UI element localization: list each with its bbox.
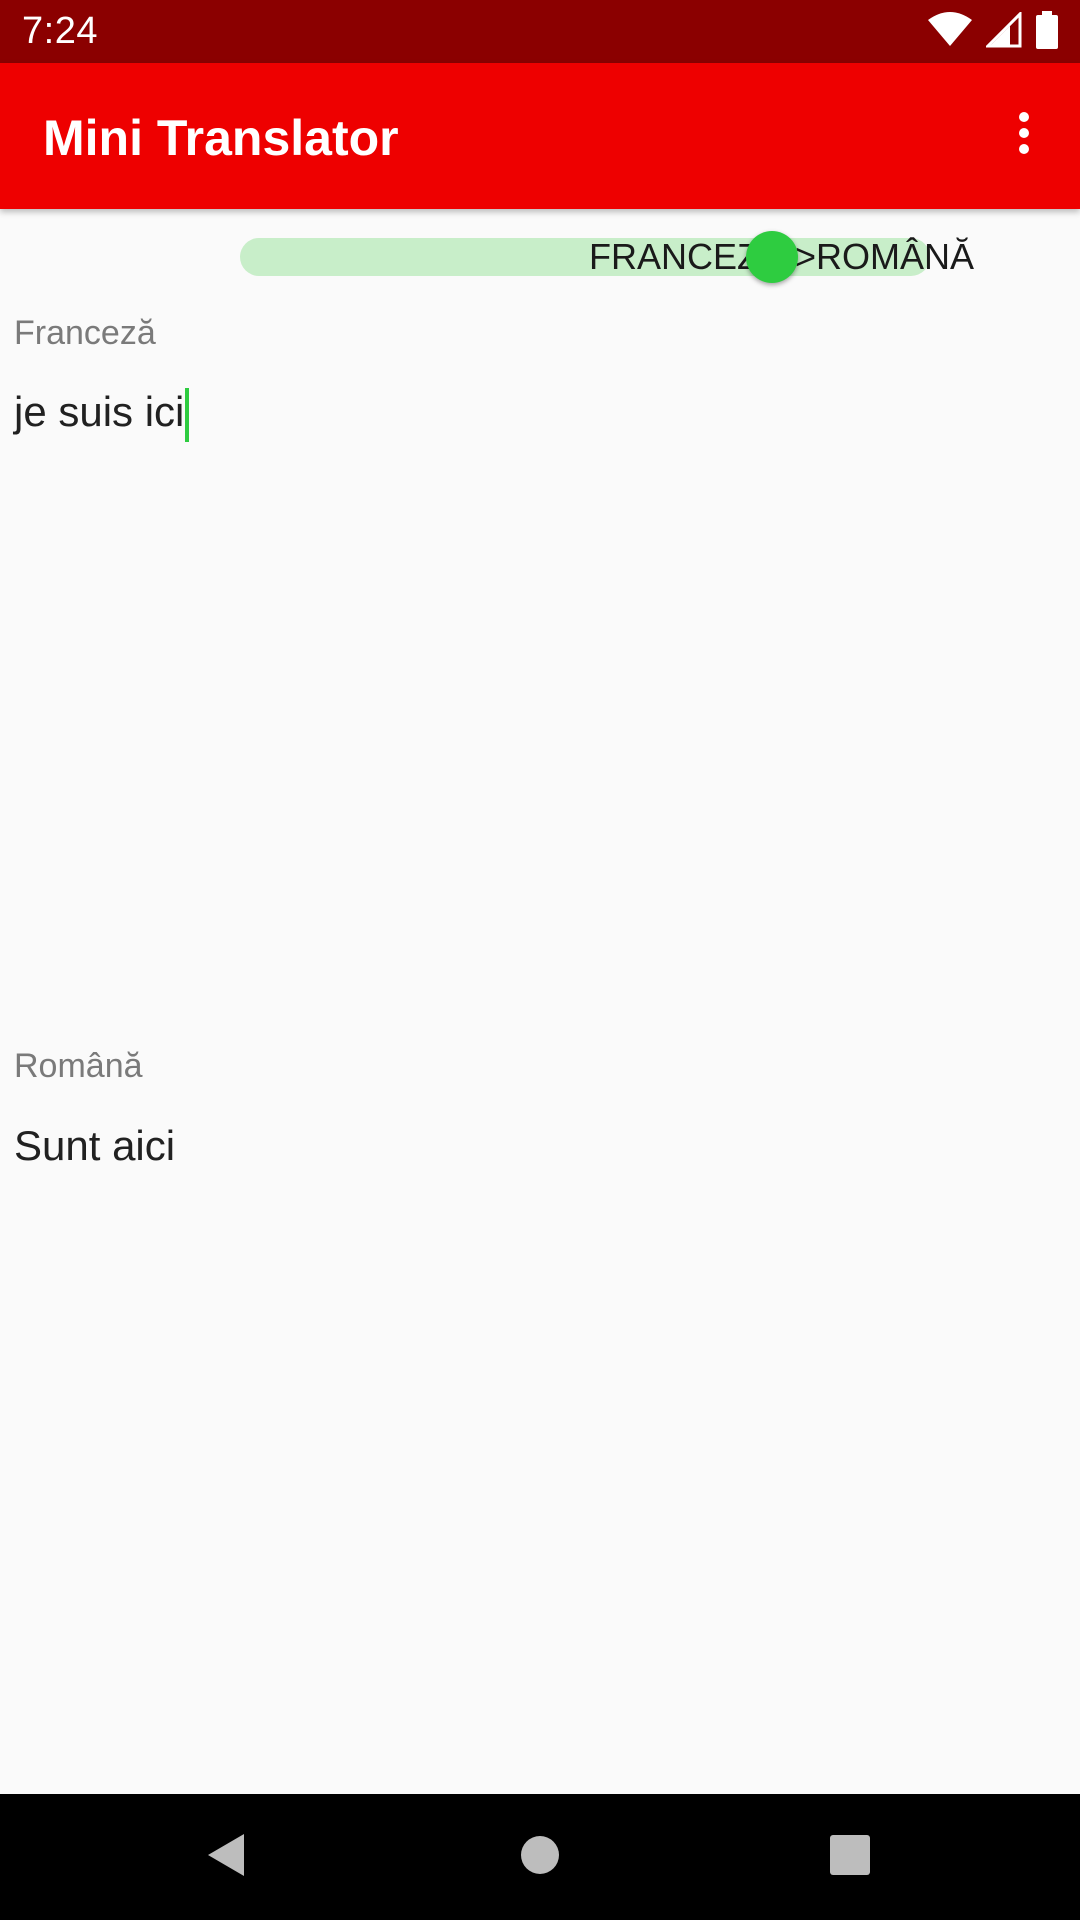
nav-home-button[interactable] [480, 1794, 600, 1920]
target-text: Sunt aici [14, 1122, 176, 1169]
translation-direction-switch[interactable]: FRANCEZĂ->ROMÂNĂ [240, 231, 974, 283]
status-time: 7:24 [22, 10, 98, 52]
recents-icon [830, 1834, 870, 1880]
overflow-menu-button[interactable] [988, 99, 1060, 171]
source-text: je suis ici [14, 388, 185, 436]
back-icon [206, 1832, 246, 1883]
nav-back-button[interactable] [166, 1794, 286, 1920]
wifi-icon [928, 11, 972, 53]
source-text-input[interactable]: je suis ici [14, 388, 190, 442]
more-vert-icon [1018, 111, 1030, 160]
status-bar: 7:24 [0, 0, 1080, 63]
battery-icon [1036, 10, 1058, 54]
target-text-output: Sunt aici [14, 1122, 175, 1170]
source-language-label: Franceză [14, 314, 156, 352]
app-title: Mini Translator [43, 110, 399, 166]
navigation-bar [0, 1794, 1080, 1920]
app-bar: Mini Translator [0, 63, 1080, 209]
status-icons [928, 9, 1058, 54]
target-language-label: Română [14, 1047, 143, 1085]
signal-icon [984, 9, 1022, 53]
switch-thumb[interactable] [746, 231, 798, 283]
nav-recents-button[interactable] [790, 1794, 910, 1920]
text-cursor [185, 388, 190, 442]
home-icon [520, 1835, 560, 1880]
